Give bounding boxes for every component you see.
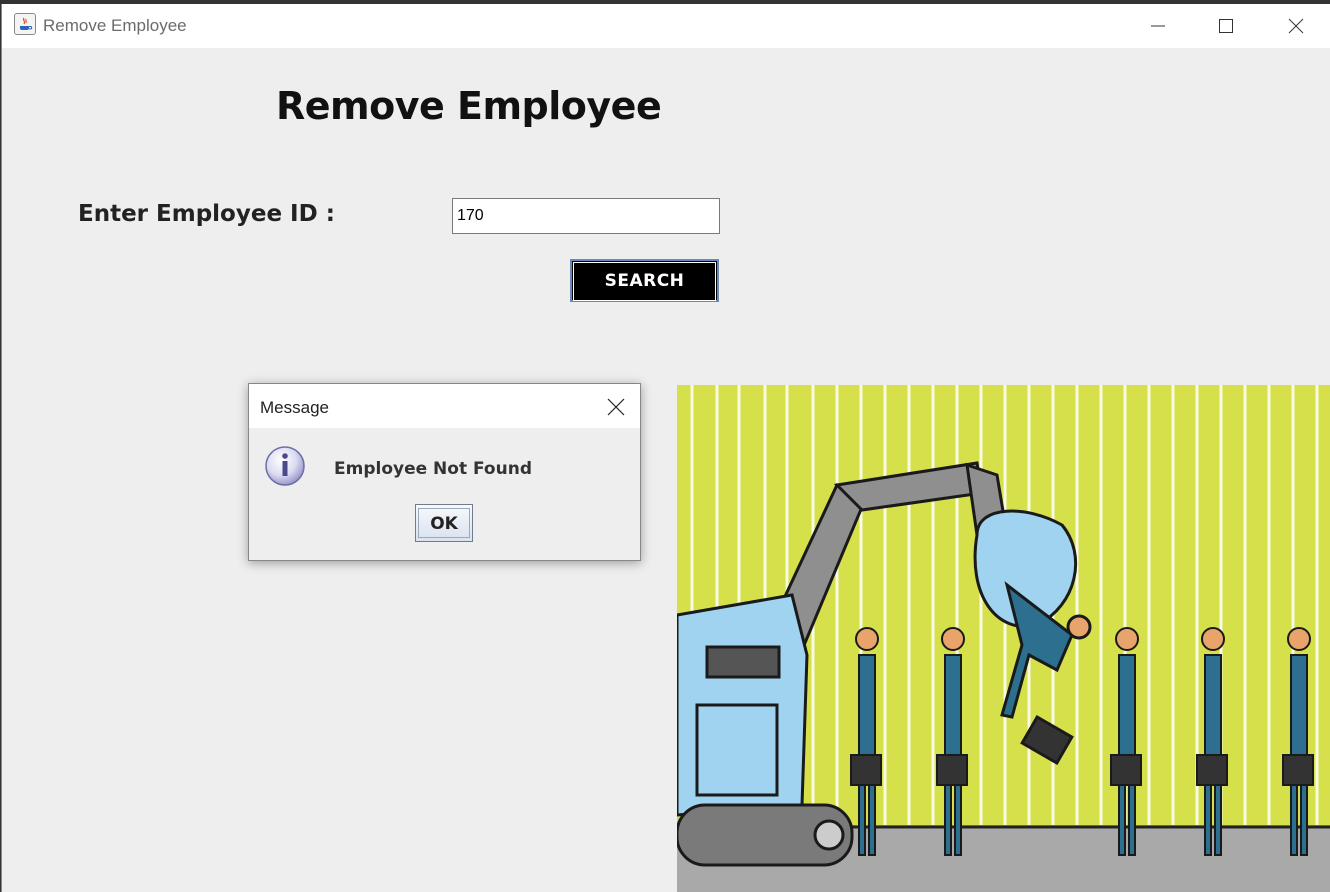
close-button[interactable]: [1260, 4, 1330, 48]
dialog-title-bar[interactable]: Message: [249, 384, 640, 428]
java-app-icon: [14, 13, 36, 35]
window-title: Remove Employee: [43, 16, 187, 35]
ok-button-label: OK: [418, 508, 470, 538]
info-icon: [265, 446, 305, 486]
title-bar[interactable]: Remove Employee: [2, 4, 1330, 48]
dialog-close-button[interactable]: [599, 392, 633, 422]
maximize-button[interactable]: [1190, 4, 1260, 48]
minimize-button[interactable]: [1122, 4, 1192, 48]
ok-button[interactable]: OK: [415, 504, 473, 542]
close-icon: [1288, 18, 1304, 34]
employee-id-label: Enter Employee ID :: [78, 201, 335, 227]
search-button[interactable]: SEARCH: [570, 259, 719, 302]
minimize-icon: [1151, 25, 1165, 27]
maximize-icon: [1219, 19, 1233, 33]
main-window: Remove Employee Remove Employee Enter Em…: [1, 4, 1330, 892]
page-title: Remove Employee: [276, 84, 662, 128]
employee-id-input[interactable]: [452, 198, 720, 234]
dialog-title: Message: [260, 398, 329, 417]
search-button-label: SEARCH: [573, 262, 716, 301]
removal-illustration: [677, 385, 1330, 892]
dialog-message: Employee Not Found: [334, 459, 532, 479]
close-icon: [607, 398, 625, 416]
message-dialog: Message Employee Not Found OK: [248, 383, 641, 561]
